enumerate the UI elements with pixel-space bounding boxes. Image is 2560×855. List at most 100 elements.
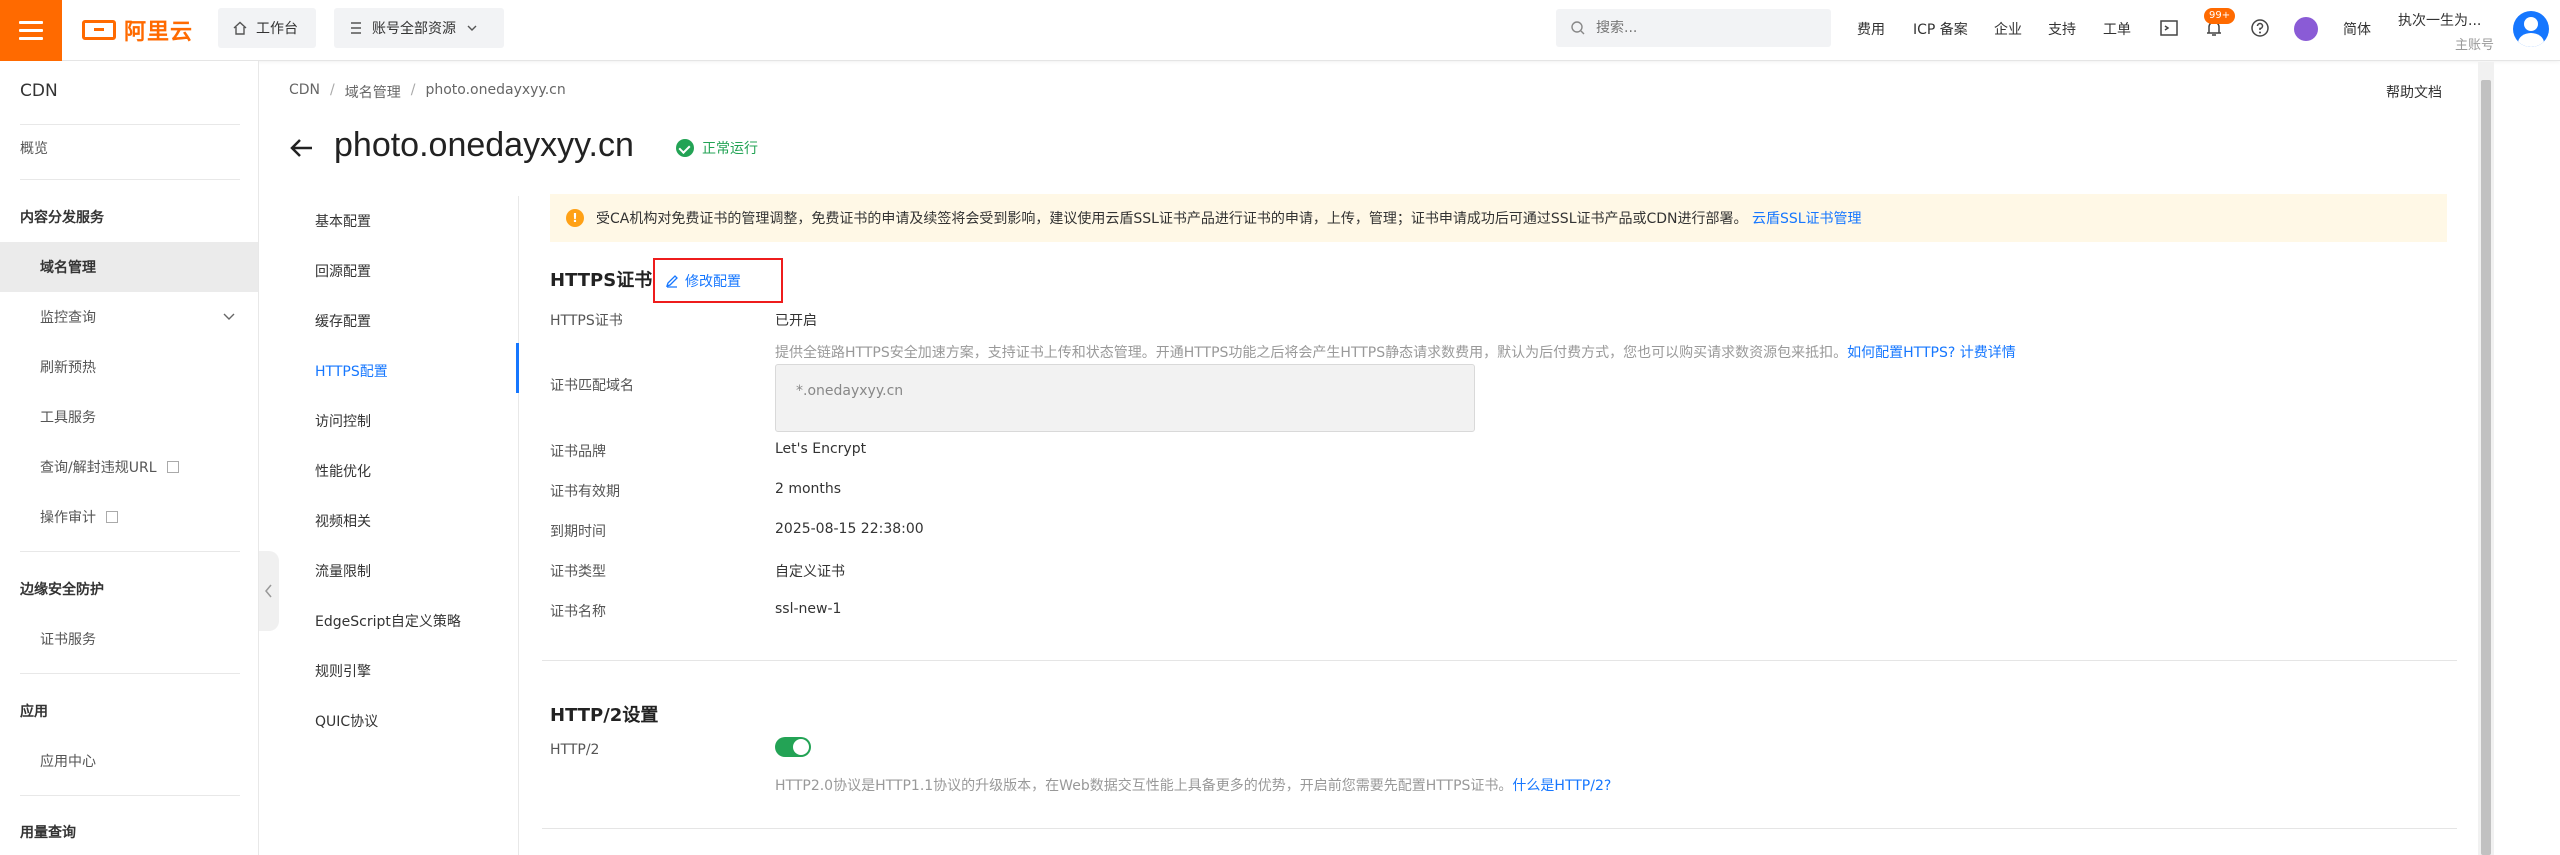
page-title: photo.onedayxyy.cn xyxy=(334,126,634,164)
user-role: 主账号 xyxy=(2455,38,2495,53)
resource-list-icon xyxy=(351,22,361,34)
sidebar-item-domain-management[interactable]: 域名管理 xyxy=(0,242,258,292)
sidebar-collapse-handle[interactable] xyxy=(259,551,279,631)
edit-config-label: 修改配置 xyxy=(685,273,741,290)
http2-toggle[interactable] xyxy=(775,737,811,757)
sidebar-title: CDN xyxy=(20,81,58,101)
sidebar-item-monitoring[interactable]: 监控查询 xyxy=(0,292,258,342)
breadcrumb: CDN / 域名管理 / photo.onedayxyy.cn xyxy=(289,82,566,102)
cert-domain-value: *.onedayxyy.cn xyxy=(796,383,904,399)
cert-domain-label: 证书匹配域名 xyxy=(550,378,634,394)
tab-rule-engine[interactable]: 规则引擎 xyxy=(315,661,371,681)
billing-details-link[interactable]: 计费详情 xyxy=(1960,345,2016,361)
icp-link[interactable]: ICP 备案 xyxy=(1913,19,1968,39)
sidebar-item-refresh[interactable]: 刷新预热 xyxy=(0,342,258,392)
sidebar-divider xyxy=(20,551,240,552)
enterprise-link[interactable]: 企业 xyxy=(1994,19,2022,39)
tab-origin-config[interactable]: 回源配置 xyxy=(315,261,371,281)
ticket-link[interactable]: 工单 xyxy=(2103,19,2131,39)
status-text: 正常运行 xyxy=(702,141,758,157)
workbench-label: 工作台 xyxy=(256,21,298,37)
sidebar-item-label: 刷新预热 xyxy=(40,360,96,376)
tab-basic-config[interactable]: 基本配置 xyxy=(315,211,371,231)
avatar[interactable] xyxy=(2513,11,2549,47)
https-section-title: HTTPS证书 xyxy=(550,270,653,291)
sidebar-item-label: 概览 xyxy=(20,141,48,157)
sidebar-item-certificates[interactable]: 证书服务 xyxy=(0,614,258,664)
http2-section-title: HTTP/2设置 xyxy=(550,705,659,726)
search-input[interactable] xyxy=(1596,20,1816,36)
workbench-button[interactable]: 工作台 xyxy=(218,8,316,48)
http2-description: HTTP2.0协议是HTTP1.1协议的升级版本，在Web数据交互性能上具备更多… xyxy=(775,775,1611,795)
how-to-configure-https-link[interactable]: 如何配置HTTPS? xyxy=(1847,345,1955,361)
notice-text: 受CA机构对免费证书的管理调整，免费证书的申请及续签将会受到影响，建议使用云盾S… xyxy=(596,208,1862,228)
notification-badge: 99+ xyxy=(2204,8,2236,24)
external-link-icon xyxy=(166,461,179,473)
sidebar-divider xyxy=(20,179,240,180)
sidebar-item-label: 域名管理 xyxy=(40,260,96,276)
menu-icon[interactable] xyxy=(0,0,62,61)
global-search[interactable] xyxy=(1556,9,1831,47)
sidebar-item-violation-url[interactable]: 查询/解封违规URL xyxy=(0,442,258,492)
sidebar-item-audit[interactable]: 操作审计 xyxy=(0,492,258,542)
sidebar-item-tools[interactable]: 工具服务 xyxy=(0,392,258,442)
cert-expire-label: 到期时间 xyxy=(550,524,606,540)
aliyun-logo-mark xyxy=(82,20,116,40)
https-cert-value: 已开启 xyxy=(775,313,817,329)
check-circle-icon xyxy=(676,139,694,157)
help-icon[interactable] xyxy=(2249,17,2271,39)
sidebar-item-overview[interactable]: 概览 xyxy=(0,123,258,173)
notice-message: 受CA机构对免费证书的管理调整，免费证书的申请及续签将会受到影响，建议使用云盾S… xyxy=(596,211,1748,227)
home-icon xyxy=(233,21,247,35)
top-navigation-bar: 阿里云 工作台 账号全部资源 费用 ICP 备案 企业 支持 工单 99+ 简体… xyxy=(0,0,2560,61)
tab-https-config[interactable]: HTTPS配置 xyxy=(315,361,388,381)
sidebar-item-app-center[interactable]: 应用中心 xyxy=(0,736,258,786)
search-icon xyxy=(1571,21,1585,35)
https-cert-label: HTTPS证书 xyxy=(550,313,623,329)
support-link[interactable]: 支持 xyxy=(2048,19,2076,39)
tab-video[interactable]: 视频相关 xyxy=(315,511,371,531)
language-switch[interactable]: 简体 xyxy=(2343,19,2371,39)
chevron-left-icon xyxy=(265,584,272,598)
resources-dropdown[interactable]: 账号全部资源 xyxy=(334,8,504,48)
tab-traffic-limit[interactable]: 流量限制 xyxy=(315,561,371,581)
cert-validity-label: 证书有效期 xyxy=(550,484,620,500)
http2-label: HTTP/2 xyxy=(550,742,600,758)
billing-link[interactable]: 费用 xyxy=(1857,19,1885,39)
cert-domain-field: *.onedayxyy.cn xyxy=(775,364,1475,432)
back-arrow-icon[interactable] xyxy=(288,134,316,162)
user-name[interactable]: 执次一生为... xyxy=(2398,10,2481,30)
assistant-icon[interactable] xyxy=(2294,17,2318,41)
breadcrumb-domain-management[interactable]: 域名管理 xyxy=(345,82,401,102)
status-badge: 正常运行 xyxy=(676,138,758,158)
ssl-management-link[interactable]: 云盾SSL证书管理 xyxy=(1752,211,1862,227)
sidebar-item-label: 监控查询 xyxy=(40,310,96,326)
cert-expire-value: 2025-08-15 22:38:00 xyxy=(775,521,924,537)
section-divider xyxy=(542,828,2457,829)
aliyun-logo[interactable]: 阿里云 xyxy=(82,15,193,45)
sidebar-item-label: 工具服务 xyxy=(40,410,96,426)
edit-config-button[interactable]: 修改配置 xyxy=(653,258,783,303)
cert-name-label: 证书名称 xyxy=(550,604,606,620)
help-docs-link[interactable]: 帮助文档 xyxy=(2386,82,2442,102)
https-description: 提供全链路HTTPS安全加速方案，支持证书上传和状态管理。开通HTTPS功能之后… xyxy=(775,342,2016,362)
section-divider xyxy=(542,660,2457,661)
sidebar-item-label: 查询/解封违规URL xyxy=(40,460,157,476)
tab-access-control[interactable]: 访问控制 xyxy=(315,411,371,431)
tab-cache-config[interactable]: 缓存配置 xyxy=(315,311,371,331)
scrollbar-thumb[interactable] xyxy=(2481,80,2491,855)
breadcrumb-separator: / xyxy=(330,82,335,98)
cert-type-label: 证书类型 xyxy=(550,564,606,580)
sidebar-item-label: 证书服务 xyxy=(40,632,96,648)
warning-icon: ! xyxy=(566,209,584,227)
terminal-icon[interactable] xyxy=(2158,17,2180,39)
sidebar-group-title: 应用 xyxy=(20,704,48,720)
breadcrumb-cdn[interactable]: CDN xyxy=(289,82,320,102)
http2-desc-text: HTTP2.0协议是HTTP1.1协议的升级版本，在Web数据交互性能上具备更多… xyxy=(775,778,1513,794)
tab-quic[interactable]: QUIC协议 xyxy=(315,711,378,731)
config-subnav: 基本配置 回源配置 缓存配置 HTTPS配置 访问控制 性能优化 视频相关 流量… xyxy=(295,196,519,855)
what-is-http2-link[interactable]: 什么是HTTP/2? xyxy=(1512,778,1611,794)
tab-edgescript[interactable]: EdgeScript自定义策略 xyxy=(315,611,461,631)
tab-performance[interactable]: 性能优化 xyxy=(315,461,371,481)
sidebar-item-label: 操作审计 xyxy=(40,510,96,526)
